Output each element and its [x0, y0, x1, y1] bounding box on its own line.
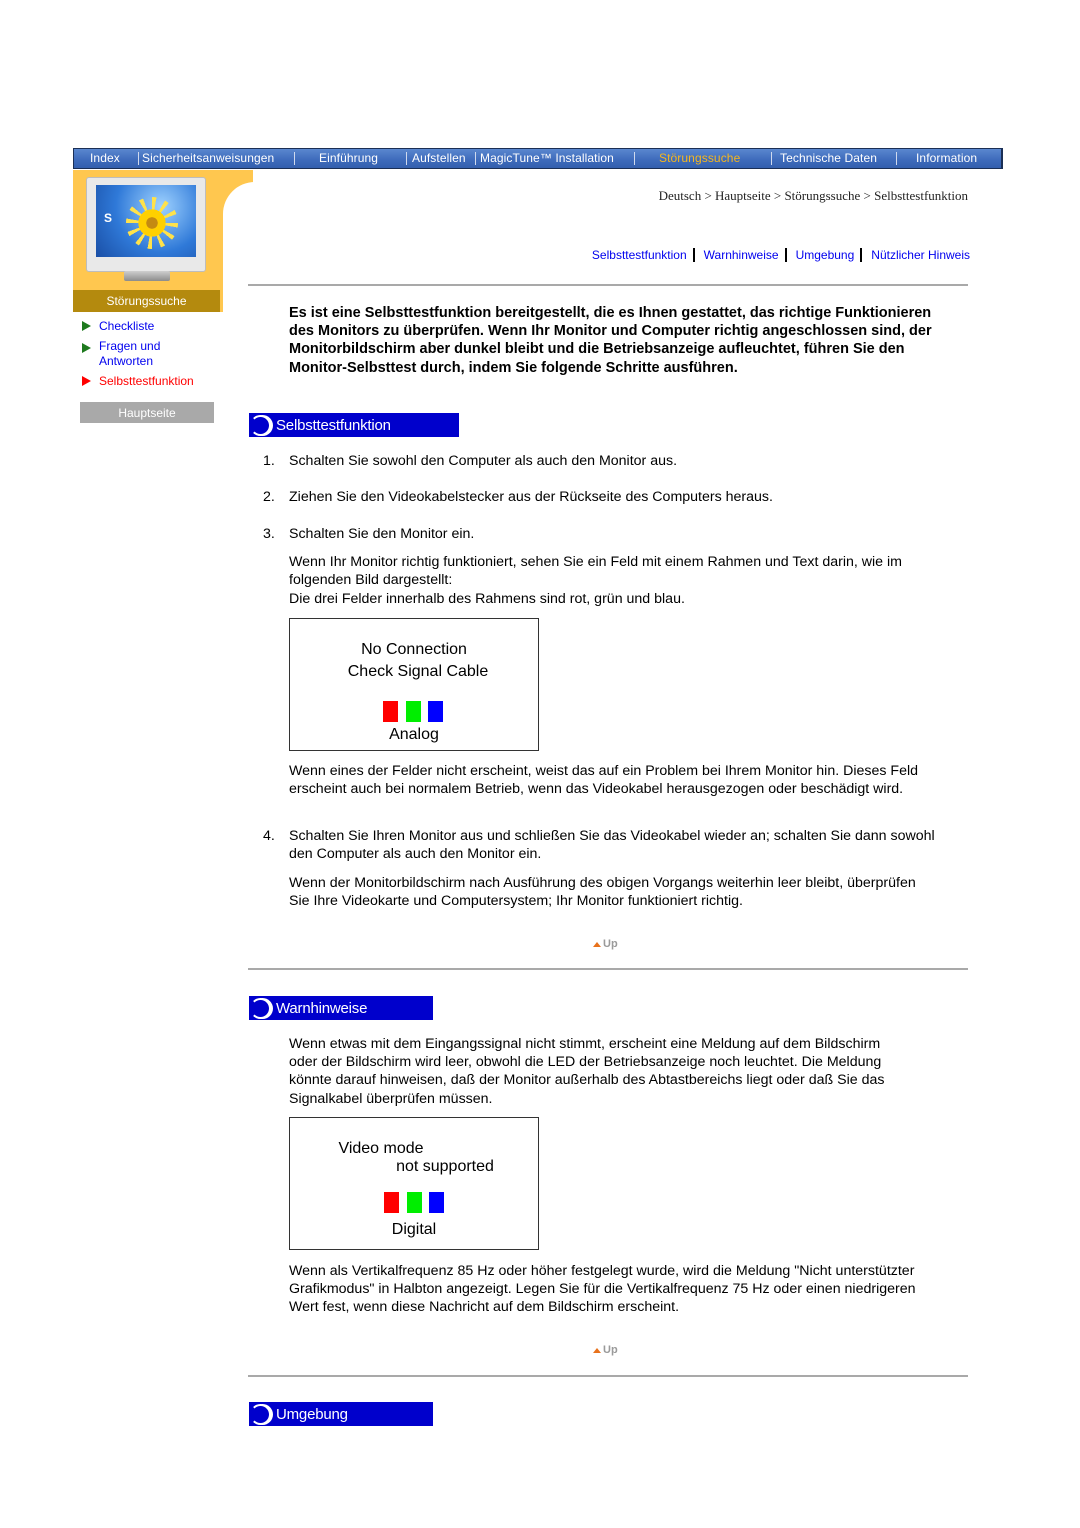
monitor-screen: S [96, 185, 196, 257]
divider [248, 284, 968, 286]
osd-line-2: not supported [396, 1158, 494, 1175]
osd-line-2: Check Signal Cable [347, 663, 489, 680]
nav-separator [475, 152, 476, 165]
anchor-link-environment[interactable]: Umgebung [796, 248, 855, 262]
nav-separator [138, 152, 139, 165]
blue-square [429, 1192, 444, 1213]
osd-mode: Analog [389, 726, 439, 743]
nav-separator [634, 152, 635, 165]
up-label: Up [603, 1344, 618, 1356]
sidebar-link-label: Selbsttestfunktion [99, 374, 194, 388]
anchor-link-selftest[interactable]: Selbsttestfunktion [592, 248, 687, 262]
anchor-link-useful-tip[interactable]: Nützlicher Hinweis [871, 248, 970, 262]
top-nav: Index Sicherheitsanweisungen Einführung … [73, 148, 1003, 169]
circle-bullet-icon [250, 1403, 271, 1425]
arrow-up-icon [593, 941, 601, 947]
green-square [407, 1192, 422, 1213]
up-link[interactable]: Up [593, 1344, 618, 1356]
step-text: Ziehen Sie den Videokabelstecker aus der… [289, 489, 773, 505]
nav-separator [294, 152, 295, 165]
link-separator [784, 248, 787, 262]
after-step-4-text: Wenn der Monitorbildschirm nach Ausführu… [289, 875, 916, 910]
step-text: Schalten Sie sowohl den Computer als auc… [289, 453, 678, 469]
arrow-right-icon [82, 376, 91, 386]
section-heading-environment: Umgebung [249, 1402, 433, 1426]
sidebar-link-label: Fragen und Antworten [99, 339, 161, 368]
arrow-up-icon [593, 1347, 601, 1353]
divider [248, 968, 968, 970]
sidebar-link-faq[interactable]: Fragen und Antworten [82, 339, 182, 369]
arrow-right-icon [82, 343, 91, 353]
section-heading-label: Selbsttestfunktion [276, 416, 391, 434]
step-text: Schalten Sie den Monitor ein. [289, 526, 475, 542]
blue-square [428, 701, 443, 722]
monitor-stand [124, 271, 170, 281]
step-number: 3. [263, 526, 275, 542]
green-square [406, 701, 421, 722]
circle-bullet-icon [250, 997, 271, 1019]
nav-item-information[interactable]: Information [916, 151, 977, 165]
nav-separator [771, 152, 772, 165]
nav-item-safety[interactable]: Sicherheitsanweisungen [142, 151, 274, 165]
osd-message-analog: No Connection Check Signal Cable Analog [289, 618, 539, 751]
nav-item-index[interactable]: Index [90, 151, 120, 165]
step-3-note-colors: Die drei Felder innerhalb des Rahmens si… [289, 591, 685, 607]
link-separator [692, 248, 695, 262]
monitor-logo: S [104, 211, 113, 225]
sidebar-section-title: Störungssuche [73, 290, 220, 312]
red-square [384, 1192, 399, 1213]
breadcrumb: Deutsch > Hauptseite > Störungssuche > S… [658, 188, 968, 203]
section-heading-warnings: Warnhinweise [249, 996, 433, 1020]
warnings-text-2: Wenn als Vertikalfrequenz 85 Hz oder höh… [289, 1263, 916, 1316]
step-3-note: Wenn Ihr Monitor richtig funktioniert, s… [289, 554, 902, 589]
section-heading-label: Warnhinweise [276, 999, 368, 1017]
up-link[interactable]: Up [593, 938, 618, 950]
nav-item-specifications[interactable]: Technische Daten [780, 151, 877, 165]
nav-item-troubleshooting[interactable]: Störungssuche [659, 151, 740, 165]
step-text: Schalten Sie Ihren Monitor aus und schli… [289, 828, 935, 863]
flower-icon [136, 207, 168, 239]
sidebar-link-checklist[interactable]: Checkliste [82, 319, 222, 334]
home-button[interactable]: Hauptseite [80, 402, 214, 423]
nav-separator [896, 152, 897, 165]
osd-message-digital: Video mode not supported Digital [289, 1117, 539, 1250]
osd-line-1: No Connection [361, 641, 467, 658]
nav-item-introduction[interactable]: Einführung [319, 151, 378, 165]
section-heading-label: Umgebung [276, 1405, 348, 1423]
intro-text: Es ist eine Selbsttestfunktion bereitges… [289, 305, 932, 376]
step-number: 2. [263, 489, 275, 505]
warnings-text-1: Wenn etwas mit dem Eingangssignal nicht … [289, 1036, 885, 1107]
monitor-illustration: S [86, 177, 206, 281]
after-osd-text: Wenn eines der Felder nicht erscheint, w… [289, 763, 919, 798]
circle-bullet-icon [250, 414, 271, 436]
sidebar-links: Checkliste Fragen und Antworten Selbstte… [82, 319, 222, 394]
anchor-link-warnings[interactable]: Warnhinweise [704, 248, 779, 262]
red-square [383, 701, 398, 722]
nav-item-setup[interactable]: Aufstellen [412, 151, 466, 165]
divider [248, 1375, 968, 1377]
sidebar-link-selftest[interactable]: Selbsttestfunktion [82, 374, 222, 389]
link-separator [860, 248, 863, 262]
up-label: Up [603, 938, 618, 950]
step-number: 1. [263, 453, 275, 469]
osd-mode: Digital [391, 1221, 437, 1238]
arrow-right-icon [82, 321, 91, 331]
nav-item-magictune[interactable]: MagicTune™ Installation [480, 151, 614, 165]
anchor-links: Selbsttestfunktion Warnhinweise Umgebung… [592, 248, 970, 262]
sidebar-link-label: Checkliste [99, 319, 155, 333]
step-number: 4. [263, 828, 275, 844]
osd-line-1: Video mode [338, 1140, 424, 1157]
section-heading-selftest: Selbsttestfunktion [249, 413, 459, 437]
nav-separator [406, 152, 407, 165]
